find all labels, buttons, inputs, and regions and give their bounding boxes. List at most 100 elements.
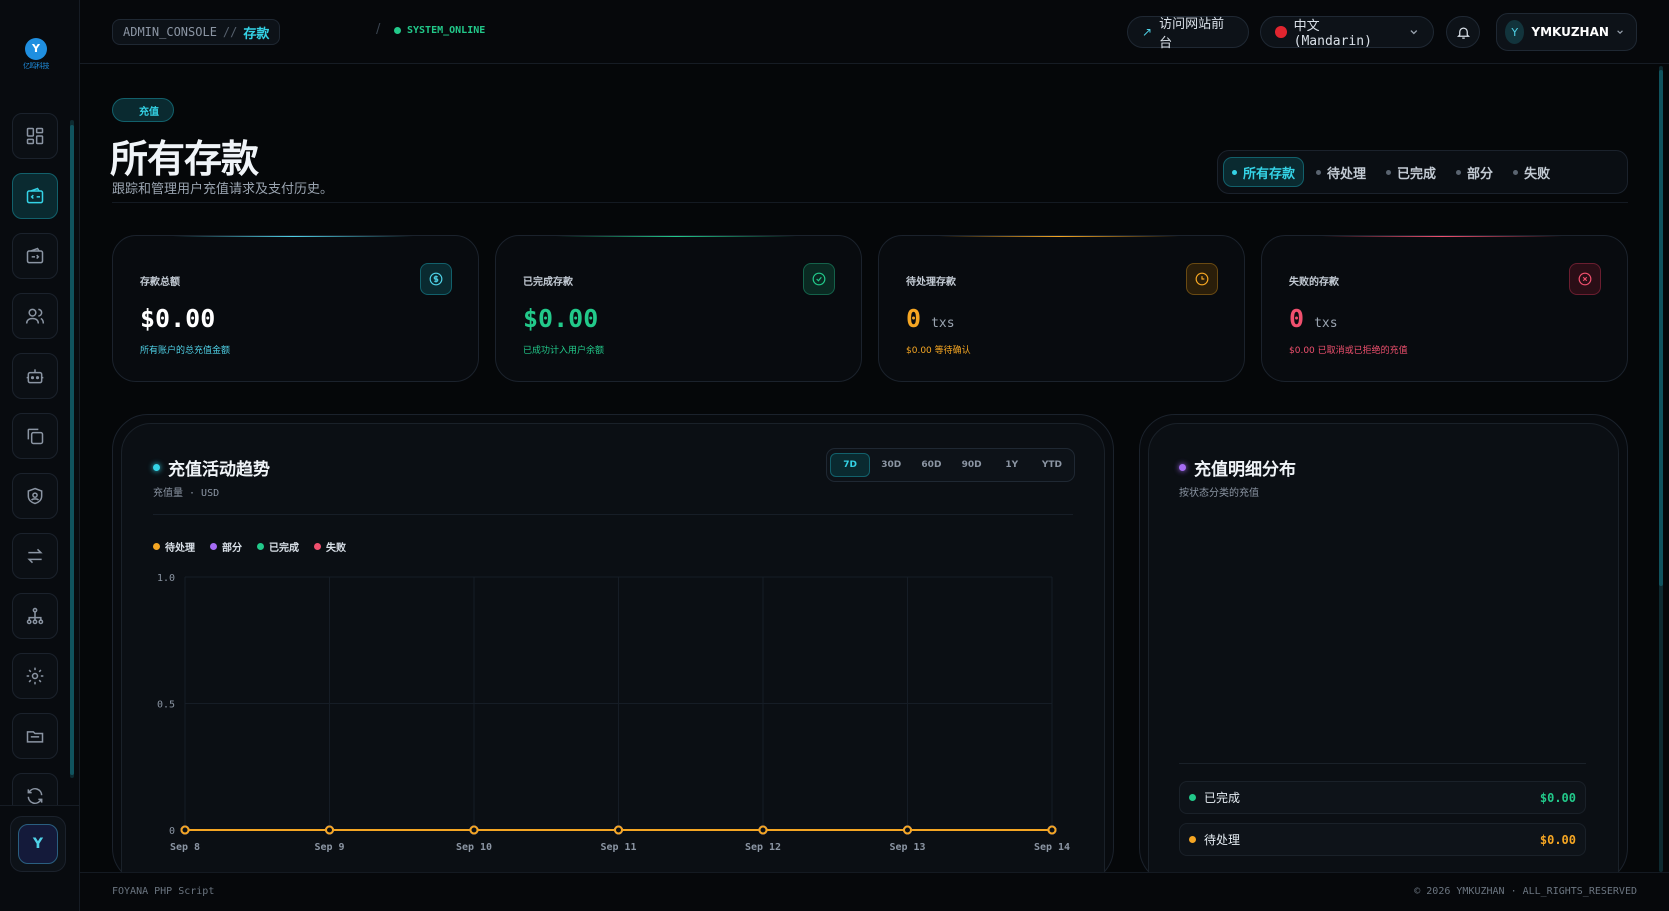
stat-label: 已完成存款 <box>523 277 573 288</box>
range-selector: 7D 30D 60D 90D 1Y YTD <box>826 448 1075 482</box>
data-point <box>469 825 479 835</box>
distribution-amount: $0.00 <box>1539 790 1576 805</box>
wallet-out-icon <box>26 247 44 264</box>
gear-icon <box>26 667 44 685</box>
sidebar-item-deposits[interactable] <box>12 173 58 219</box>
x-tick-label: Sep 11 <box>600 842 636 853</box>
user-name: YMKUZHAN <box>1531 25 1609 39</box>
sidebar-item-copy[interactable] <box>12 413 58 459</box>
sidebar-scrollbar[interactable] <box>70 120 74 778</box>
status-dot <box>1189 836 1196 843</box>
sidebar-item-network[interactable] <box>12 593 58 639</box>
tab-label: 待处理 <box>1327 166 1367 182</box>
data-point <box>758 825 768 835</box>
y-tick-label: 1.0 <box>157 573 175 584</box>
stat-card-failed: 失败的存款 0 txs $0.00 已取消或已拒绝的充值 <box>1261 235 1628 382</box>
visit-site-label: 访问网站前台 <box>1159 17 1225 51</box>
data-point <box>614 825 623 835</box>
title-dot <box>1179 464 1186 471</box>
legend-item-partial[interactable]: 部分 <box>210 539 242 554</box>
breadcrumb-current: 存款 <box>243 26 270 42</box>
range-30d[interactable]: 30D <box>872 453 910 477</box>
tab-label: 已完成 <box>1397 166 1437 182</box>
sidebar-item-dashboard[interactable] <box>12 113 58 159</box>
network-icon <box>26 607 44 625</box>
divider <box>153 514 1073 515</box>
tab-pending[interactable]: 待处理 <box>1308 157 1374 187</box>
sidebar-item-security[interactable] <box>12 473 58 519</box>
trend-subtitle: 充值量 · USD <box>153 488 220 499</box>
stat-value: 0 txs <box>906 304 955 333</box>
x-tick-label: Sep 8 <box>170 842 200 853</box>
divider <box>112 202 1628 203</box>
status-filter-tabs: 所有存款 待处理 已完成 部分 失败 <box>1217 150 1628 194</box>
stat-note: $0.00 等待确认 <box>906 346 971 356</box>
x-tick-label: Sep 9 <box>314 842 344 853</box>
notifications-button[interactable] <box>1446 16 1480 48</box>
avatar-initial: Y <box>18 824 58 864</box>
sidebar-item-settings[interactable] <box>12 653 58 699</box>
y-tick-label: 0.5 <box>157 700 175 711</box>
main-scrollbar[interactable] <box>1659 66 1663 872</box>
trend-title: 充值活动趋势 <box>153 455 270 480</box>
page-subtitle: 跟踪和管理用户充值请求及支付历史。 <box>112 182 334 197</box>
stat-label: 存款总额 <box>140 277 180 288</box>
stat-label: 待处理存款 <box>906 277 956 288</box>
range-90d[interactable]: 90D <box>953 453 991 477</box>
copy-icon <box>27 428 44 445</box>
range-ytd[interactable]: YTD <box>1033 453 1071 477</box>
china-flag-icon <box>1275 26 1287 38</box>
sidebar-item-withdrawals[interactable] <box>12 233 58 279</box>
stat-unit: txs <box>1314 316 1338 331</box>
distribution-label: 待处理 <box>1204 833 1241 847</box>
legend-item-completed[interactable]: 已完成 <box>257 539 299 554</box>
distribution-row-pending[interactable]: 待处理 $0.00 <box>1179 823 1586 856</box>
stat-note: 所有账户的总充值金额 <box>140 346 231 356</box>
clock-icon <box>1186 263 1218 295</box>
stat-card-total: 存款总额 $0.00 所有账户的总充值金额 <box>112 235 479 382</box>
users-icon <box>25 308 45 324</box>
legend-item-pending[interactable]: 待处理 <box>153 539 195 554</box>
sidebar-footer: Y <box>0 805 79 911</box>
tab-all-deposits[interactable]: 所有存款 <box>1223 157 1305 187</box>
sidebar-item-files[interactable] <box>12 713 58 759</box>
status-text: SYSTEM_ONLINE <box>407 25 486 36</box>
range-60d[interactable]: 60D <box>912 453 950 477</box>
stat-unit: txs <box>931 316 955 331</box>
breadcrumb-separator: // <box>222 25 238 39</box>
tab-failed[interactable]: 失败 <box>1505 157 1558 187</box>
stat-note: $0.00 已取消或已拒绝的充值 <box>1289 346 1408 356</box>
user-menu[interactable]: Y YMKUZHAN <box>1496 13 1637 51</box>
legend-item-failed[interactable]: 失败 <box>314 539 346 554</box>
logo-text: 亿鸣科技 <box>23 62 50 70</box>
sidebar-item-bots[interactable] <box>12 353 58 399</box>
chevron-down-icon <box>1410 30 1418 35</box>
tab-completed[interactable]: 已完成 <box>1378 157 1444 187</box>
stat-value: 0 txs <box>1289 304 1338 333</box>
range-7d[interactable]: 7D <box>830 453 871 477</box>
stat-label: 失败的存款 <box>1289 277 1339 288</box>
breadcrumb-root[interactable]: ADMIN_CONSOLE <box>123 25 217 39</box>
section-pill: 充值 <box>112 98 174 122</box>
check-circle-icon <box>803 263 835 295</box>
sidebar-item-users[interactable] <box>12 293 58 339</box>
shield-icon <box>27 487 43 505</box>
data-point <box>325 825 334 835</box>
x-tick-label: Sep 12 <box>745 842 781 853</box>
stat-value: $0.00 <box>523 304 599 333</box>
data-point <box>903 825 912 835</box>
sidebar-item-transfers[interactable] <box>12 533 58 579</box>
language-select[interactable]: 中文 (Mandarin) <box>1260 16 1434 49</box>
y-tick-label: 0 <box>169 826 175 837</box>
avatar[interactable]: Y <box>10 816 66 872</box>
distribution-row-completed[interactable]: 已完成 $0.00 <box>1179 781 1586 814</box>
range-1y[interactable]: 1Y <box>993 453 1031 477</box>
footer-right: © 2026 YMKUZHAN · ALL_RIGHTS_RESERVED <box>1414 886 1637 897</box>
tab-partial[interactable]: 部分 <box>1448 157 1501 187</box>
x-tick-label: Sep 10 <box>456 842 492 853</box>
logo[interactable]: Y 亿鸣科技 <box>20 38 52 72</box>
x-circle-icon <box>1569 263 1601 295</box>
visit-site-button[interactable]: ↗ 访问网站前台 <box>1127 16 1249 51</box>
x-tick-label: Sep 14 <box>1034 842 1070 853</box>
refresh-icon <box>27 787 43 805</box>
